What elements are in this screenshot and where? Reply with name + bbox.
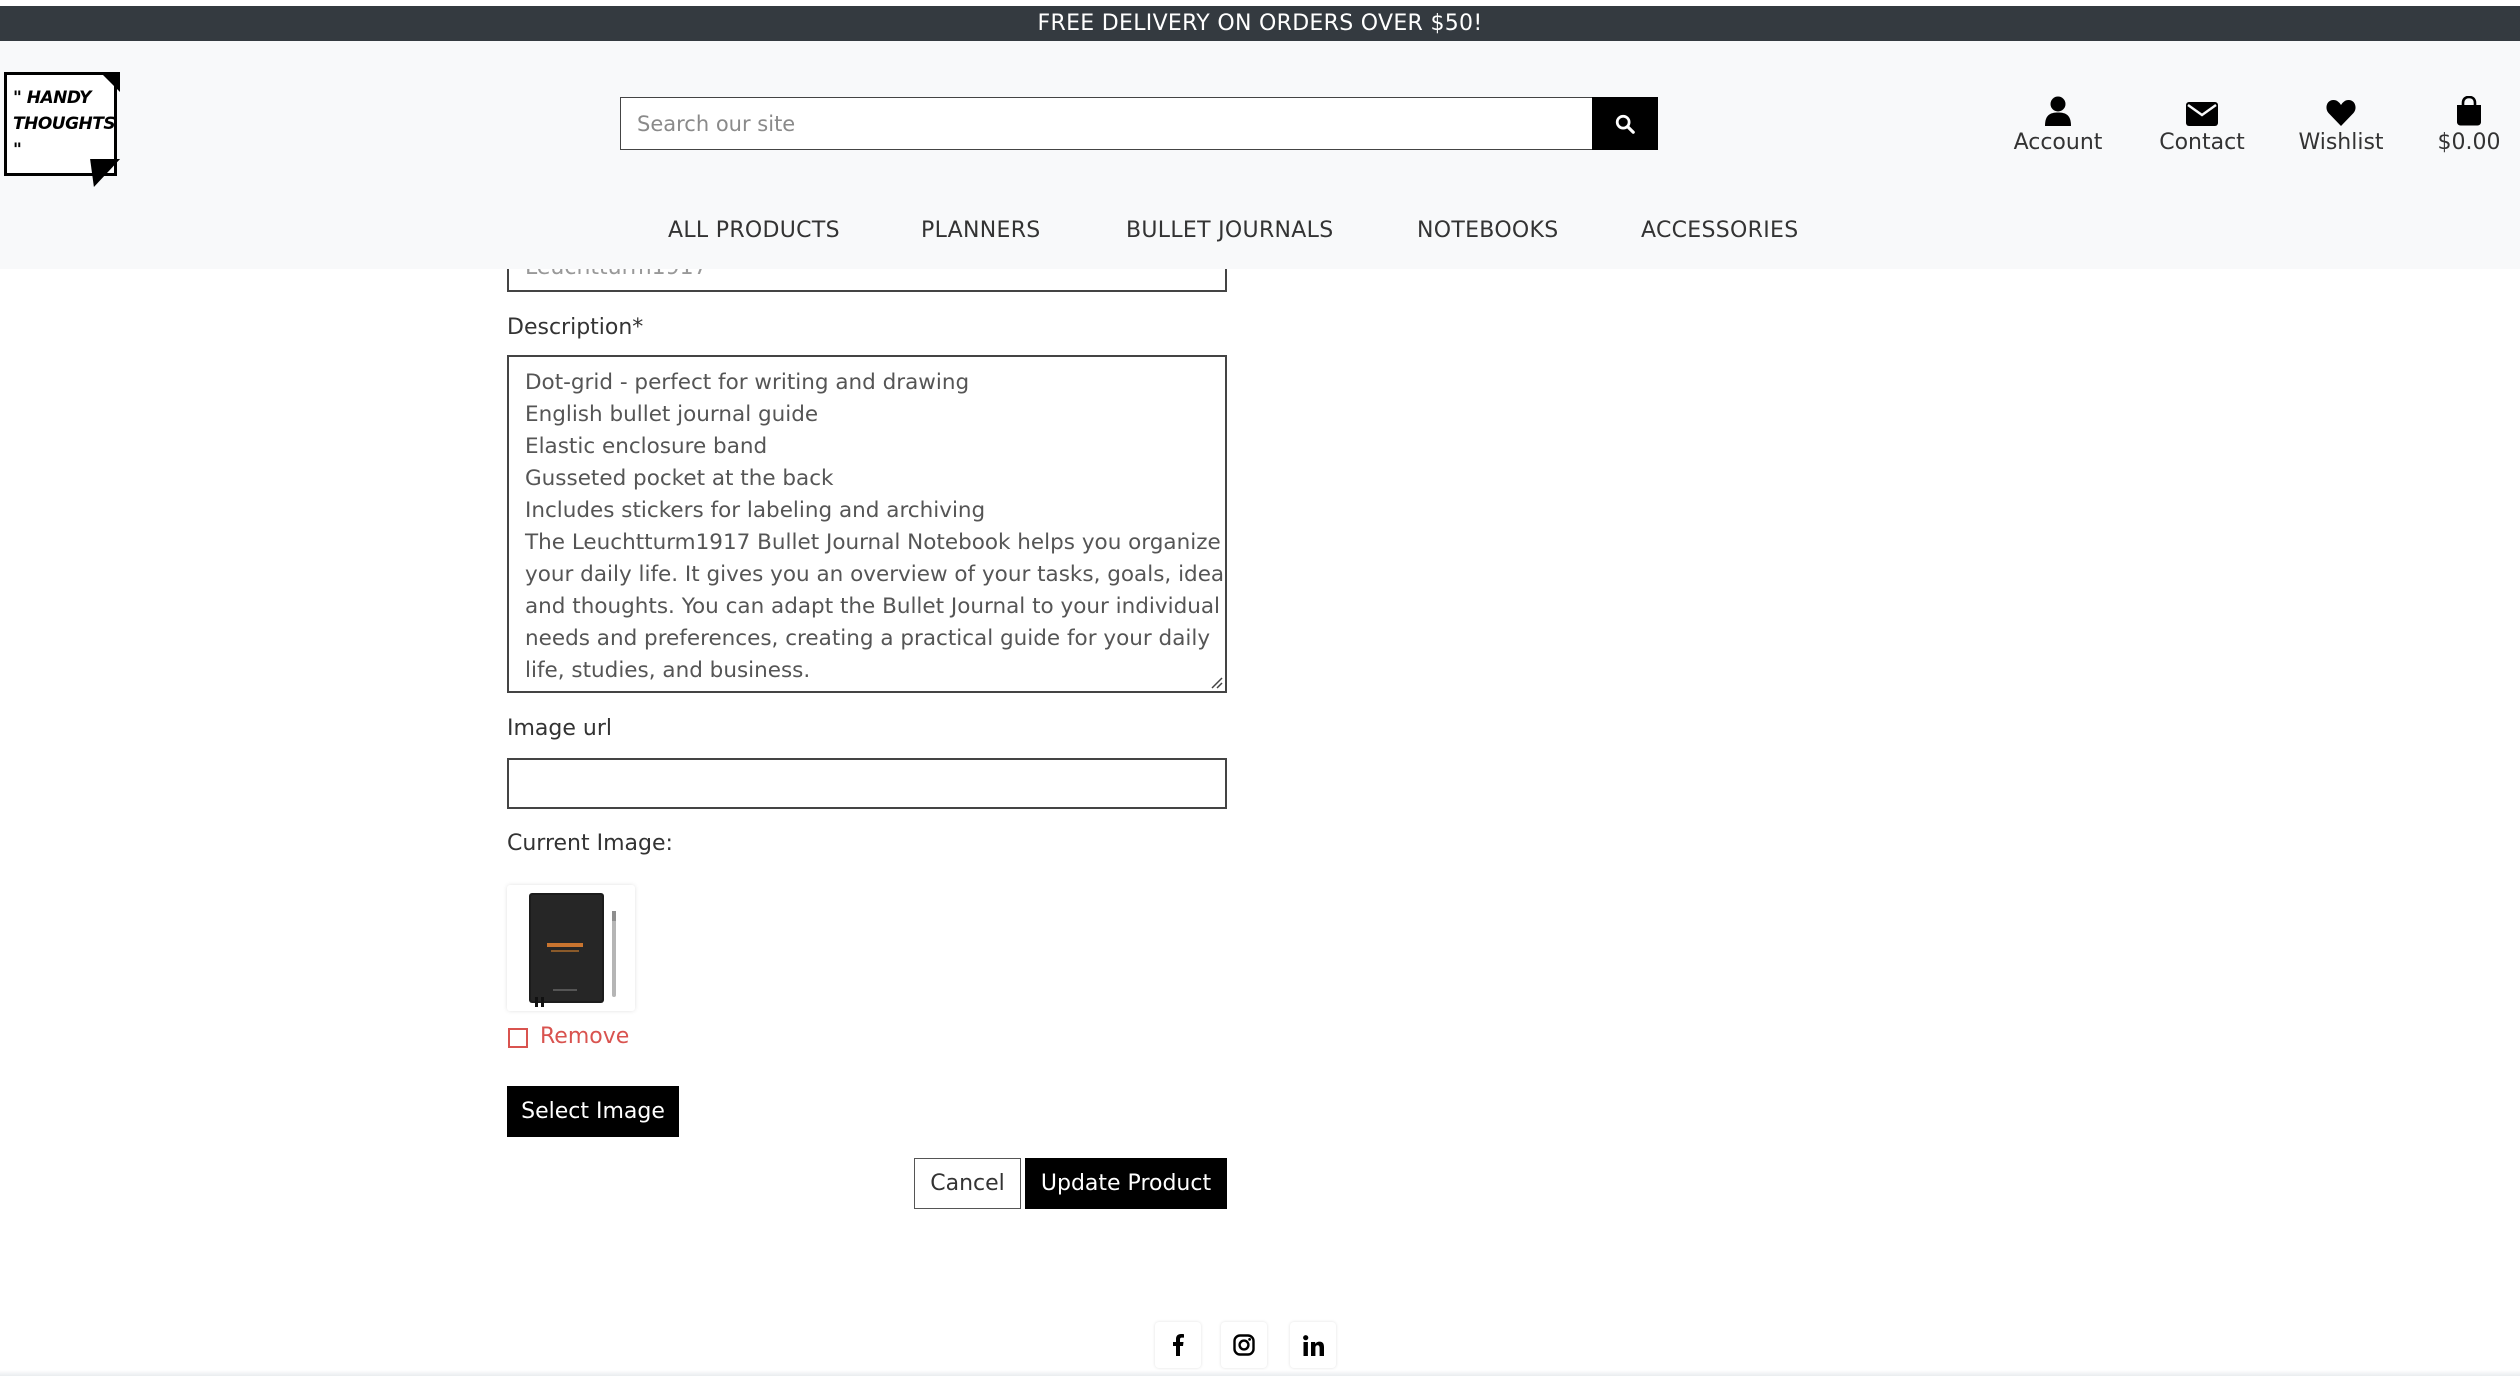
select-image-button[interactable]: Select Image bbox=[507, 1086, 679, 1137]
search-bar bbox=[620, 97, 1658, 150]
linkedin-icon bbox=[1302, 1334, 1324, 1356]
nav-planners[interactable]: PLANNERS bbox=[921, 218, 1041, 243]
logo-line-1: " HANDY bbox=[13, 88, 92, 108]
bag-total: $0.00 bbox=[2437, 130, 2501, 155]
contact-label: Contact bbox=[2159, 130, 2245, 155]
description-line: your daily life. It gives you an overvie… bbox=[525, 562, 1227, 587]
remove-image-label[interactable]: Remove bbox=[540, 1024, 629, 1049]
heart-icon bbox=[2326, 100, 2356, 126]
description-line: life, studies, and business. bbox=[525, 658, 811, 683]
image-url-input[interactable] bbox=[507, 758, 1227, 809]
image-url-label: Image url bbox=[507, 716, 612, 741]
current-image-thumbnail bbox=[507, 885, 635, 1011]
shopping-bag-link[interactable]: $0.00 bbox=[2432, 88, 2506, 155]
main-nav: ALL PRODUCTS PLANNERS BULLET JOURNALS NO… bbox=[0, 218, 2520, 258]
search-input[interactable] bbox=[620, 97, 1592, 150]
facebook-link[interactable] bbox=[1155, 1322, 1201, 1368]
description-line: and thoughts. You can adapt the Bullet J… bbox=[525, 594, 1221, 619]
wishlist-label: Wishlist bbox=[2298, 130, 2384, 155]
brand-input-value: Leuchtturm1917 bbox=[525, 269, 708, 280]
remove-image-checkbox[interactable] bbox=[508, 1028, 528, 1048]
product-thumbnail-image bbox=[529, 893, 616, 1007]
description-line: Dot-grid - perfect for writing and drawi… bbox=[525, 370, 970, 395]
delivery-banner: FREE DELIVERY ON ORDERS OVER $50! bbox=[0, 6, 2520, 41]
logo-corner-decoration bbox=[100, 72, 120, 92]
nav-all-products[interactable]: ALL PRODUCTS bbox=[668, 218, 840, 243]
wishlist-link[interactable]: Wishlist bbox=[2298, 88, 2384, 155]
description-line: The Leuchtturm1917 Bullet Journal Notebo… bbox=[525, 530, 1221, 555]
cancel-button[interactable]: Cancel bbox=[914, 1158, 1021, 1209]
brand-input[interactable]: Leuchtturm1917 bbox=[507, 269, 1227, 292]
envelope-icon bbox=[2186, 102, 2218, 126]
description-line: Includes stickers for labeling and archi… bbox=[525, 498, 986, 523]
description-line: English bullet journal guide bbox=[525, 402, 819, 427]
shopping-bag-icon bbox=[2457, 96, 2481, 126]
search-icon bbox=[1615, 114, 1635, 134]
linkedin-link[interactable] bbox=[1290, 1322, 1336, 1368]
facebook-icon bbox=[1173, 1334, 1184, 1356]
description-line: Elastic enclosure band bbox=[525, 434, 768, 459]
description-scrolled-line: Sp g bbox=[525, 357, 573, 358]
description-label: Description* bbox=[507, 315, 644, 340]
site-header: " HANDY THOUGHTS " Account Con bbox=[0, 41, 2520, 269]
nav-bullet-journals[interactable]: BULLET JOURNALS bbox=[1126, 218, 1333, 243]
search-button[interactable] bbox=[1592, 97, 1658, 150]
nav-notebooks[interactable]: NOTEBOOKS bbox=[1417, 218, 1559, 243]
update-product-button[interactable]: Update Product bbox=[1025, 1158, 1227, 1209]
user-icon bbox=[2045, 96, 2071, 126]
instagram-icon bbox=[1233, 1334, 1255, 1356]
nav-accessories[interactable]: ACCESSORIES bbox=[1641, 218, 1798, 243]
logo-line-2: THOUGHTS " bbox=[13, 114, 116, 160]
contact-link[interactable]: Contact bbox=[2156, 88, 2248, 155]
description-line: Gusseted pocket at the back bbox=[525, 466, 834, 491]
account-label: Account bbox=[2013, 130, 2103, 155]
account-link[interactable]: Account bbox=[2012, 88, 2104, 155]
instagram-link[interactable] bbox=[1221, 1322, 1267, 1368]
current-image-label: Current Image: bbox=[507, 831, 673, 856]
site-footer bbox=[0, 1310, 2520, 1376]
resize-grip-icon[interactable] bbox=[1209, 675, 1223, 689]
description-textarea[interactable]: Sp g Dot-grid - perfect for writing and … bbox=[507, 355, 1227, 693]
footer-shade bbox=[0, 1370, 2520, 1376]
description-line: needs and preferences, creating a practi… bbox=[525, 626, 1211, 651]
